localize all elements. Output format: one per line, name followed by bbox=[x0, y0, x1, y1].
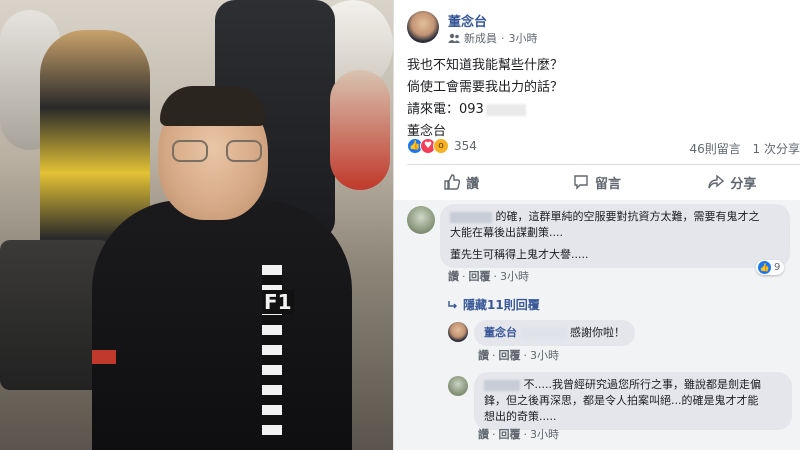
action-bar: 讚 留言 分享 bbox=[394, 168, 800, 196]
post-photo[interactable]: F1 bbox=[0, 0, 393, 450]
shirt-logo: F1 bbox=[262, 290, 294, 314]
share-button[interactable]: 分享 bbox=[665, 168, 800, 196]
share-arrow-icon bbox=[708, 174, 725, 189]
comment-actions: 讚 · 回覆 · 3小時 bbox=[448, 270, 529, 283]
post-time[interactable]: 3小時 bbox=[509, 30, 538, 46]
comment-reaction-count: 9 bbox=[774, 262, 781, 273]
post-line: 我也不知道我能幫些什麼？ bbox=[407, 58, 564, 73]
commenter-avatar[interactable] bbox=[407, 206, 435, 234]
redacted-name[interactable] bbox=[484, 379, 520, 391]
redacted-phone bbox=[485, 103, 526, 116]
comments-section: 的確，這群單純的空服要對抗資方太難，需要有鬼才之 大能在幕後出謀劃策.... 董… bbox=[394, 200, 800, 450]
reply-text: 鋒，但之後再深思，都是令人拍案叫絕...的確是鬼才才能 bbox=[484, 394, 759, 407]
hide-replies-link[interactable]: 隱藏11則回覆 bbox=[448, 296, 540, 313]
comment-label: 留言 bbox=[594, 176, 621, 192]
glasses bbox=[172, 140, 262, 164]
comment-reaction-badge[interactable]: 👍 9 bbox=[756, 260, 785, 275]
reply-actions: 讚 · 回覆 · 3小時 bbox=[478, 428, 559, 441]
reply-arrow-icon bbox=[448, 300, 457, 308]
background-person bbox=[330, 70, 390, 190]
like-button[interactable]: 讚 bbox=[394, 168, 529, 196]
post-line: 倘使工會需要我出力的話？ bbox=[407, 80, 564, 95]
post-stats: 46則留言 1 次分享 bbox=[689, 140, 800, 157]
member-badge-icon bbox=[448, 33, 460, 43]
reply-author-avatar[interactable] bbox=[448, 376, 468, 396]
shirt-patch bbox=[92, 350, 116, 364]
post-meta: 新成員 · 3小時 bbox=[448, 30, 538, 46]
reply-author-name[interactable]: 董念台 bbox=[484, 326, 517, 339]
comments-count[interactable]: 46則留言 bbox=[689, 142, 740, 156]
reply-time[interactable]: 3小時 bbox=[530, 428, 559, 441]
wow-reaction-icon: o bbox=[433, 138, 449, 154]
reply-bubble: 董念台 感謝你啦！ bbox=[474, 320, 635, 346]
reply-like-link[interactable]: 讚 bbox=[478, 349, 489, 362]
facebook-post: 董念台 新成員 · 3小時 我也不知道我能幫些什麼？ 倘使工會需要我出力的話？ … bbox=[393, 0, 800, 450]
like-reaction-icon: 👍 bbox=[758, 261, 771, 274]
divider bbox=[407, 164, 800, 165]
reply-reply-link[interactable]: 回覆 bbox=[499, 428, 521, 441]
reply-time[interactable]: 3小時 bbox=[530, 349, 559, 362]
comment-text: 董先生可稱得上鬼才大譽..... bbox=[450, 248, 589, 261]
reply-text: 感謝你啦！ bbox=[570, 326, 625, 339]
man-shirt bbox=[92, 200, 352, 450]
comment-reply-link[interactable]: 回覆 bbox=[469, 270, 491, 283]
redacted-tag bbox=[520, 327, 567, 339]
comment-button[interactable]: 留言 bbox=[529, 168, 664, 196]
comment-bubble: 的確，這群單純的空服要對抗資方太難，需要有鬼才之 大能在幕後出謀劃策.... 董… bbox=[440, 204, 790, 268]
reply-like-link[interactable]: 讚 bbox=[478, 428, 489, 441]
thumbs-up-icon bbox=[444, 174, 461, 190]
reply-author-avatar[interactable] bbox=[448, 322, 468, 342]
reaction-summary[interactable]: 👍 ♥ o 354 bbox=[407, 138, 477, 154]
like-label: 讚 bbox=[466, 176, 480, 192]
shares-count[interactable]: 1 次分享 bbox=[753, 142, 800, 156]
man-hair bbox=[160, 86, 266, 126]
post-line-phone: 請來電：093 bbox=[407, 99, 563, 121]
member-badge[interactable]: 新成員 bbox=[464, 30, 497, 46]
author-avatar[interactable] bbox=[407, 11, 439, 43]
comment-text: 的確，這群單純的空服要對抗資方太難，需要有鬼才之 bbox=[495, 210, 760, 223]
reply-bubble: 不.....我曾經研究過您所行之事，雖說都是劍走偏 鋒，但之後再深思，都是令人拍… bbox=[474, 372, 792, 430]
reply-actions: 讚 · 回覆 · 3小時 bbox=[478, 349, 559, 362]
reply-text: 不.....我曾經研究過您所行之事，雖說都是劍走偏 bbox=[523, 378, 761, 391]
comment-icon bbox=[574, 175, 588, 190]
reply-text: 想出的奇策..... bbox=[484, 410, 557, 423]
comment-like-link[interactable]: 讚 bbox=[448, 270, 459, 283]
reaction-count: 354 bbox=[454, 139, 477, 153]
reply-reply-link[interactable]: 回覆 bbox=[499, 349, 521, 362]
comment-text: 大能在幕後出謀劃策.... bbox=[450, 226, 563, 239]
comment-time[interactable]: 3小時 bbox=[500, 270, 529, 283]
post-body: 我也不知道我能幫些什麼？ 倘使工會需要我出力的話？ 請來電：093 董念台 bbox=[407, 55, 563, 143]
share-label: 分享 bbox=[730, 176, 757, 192]
separator-dot: · bbox=[501, 31, 505, 45]
redacted-name[interactable] bbox=[450, 211, 492, 223]
author-name[interactable]: 董念台 bbox=[448, 11, 487, 30]
